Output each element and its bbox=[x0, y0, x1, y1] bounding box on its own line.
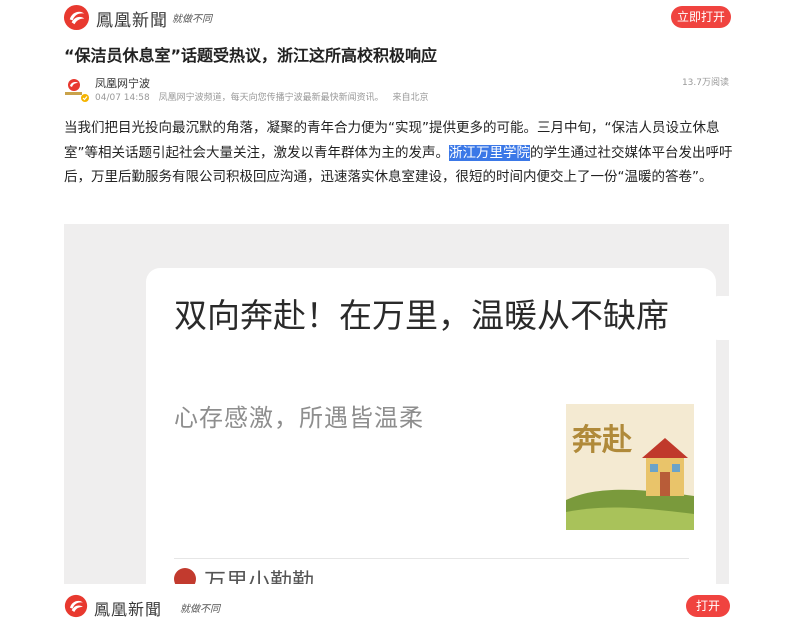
card-title: 双向奔赴！在万里，温暖从不缺席 bbox=[174, 296, 669, 335]
footer-logo-text: 鳳凰新聞 bbox=[94, 600, 163, 619]
card-side-tab bbox=[712, 296, 729, 340]
ifeng-logo-icon bbox=[64, 594, 88, 618]
author-meta: 04/07 14:58 凤凰网宁波频道，每天向您传播宁波最新最快新闻资讯。 来自… bbox=[95, 90, 435, 103]
card-account-name: 万里小勤勤 bbox=[204, 570, 315, 584]
footer-logo-slogan: 就做不同 bbox=[180, 604, 220, 615]
view-count: 13.7万阅读 bbox=[681, 78, 729, 88]
publish-date: 04/07 14:58 bbox=[95, 93, 150, 103]
logo-slogan: 就做不同 bbox=[172, 14, 212, 25]
author-description: 凤凰网宁波频道，每天向您传播宁波最新最快新闻资讯。 bbox=[158, 93, 384, 103]
top-bar: 鳳凰新聞 就做不同 立即打开 bbox=[0, 0, 799, 34]
author-avatar[interactable] bbox=[64, 76, 90, 102]
card-subtitle: 心存感激，所遇皆温柔 bbox=[174, 404, 424, 432]
card-divider bbox=[174, 558, 689, 559]
highlighted-text[interactable]: 浙江万里学院 bbox=[449, 144, 530, 161]
article-source: 来自北京 bbox=[392, 93, 429, 103]
bottom-bar: 鳳凰新聞 就做不同 打开 bbox=[0, 584, 799, 628]
article-image: 双向奔赴！在万里，温暖从不缺席 心存感激，所遇皆温柔 奔赴 万里小勤勤 bbox=[64, 224, 729, 584]
article-body: 当我们把目光投向最沉默的角落，凝聚的青年合力便为“实现”提供更多的可能。三月中旬… bbox=[64, 116, 740, 190]
footer-open-button[interactable]: 打开 bbox=[686, 595, 730, 617]
card-thumbnail-text: 奔赴 bbox=[572, 423, 633, 458]
account-icon bbox=[174, 568, 196, 584]
embedded-card: 双向奔赴！在万里，温暖从不缺席 心存感激，所遇皆温柔 奔赴 万里小勤勤 bbox=[146, 268, 716, 584]
open-app-button[interactable]: 立即打开 bbox=[671, 6, 731, 28]
card-thumbnail: 奔赴 bbox=[566, 404, 694, 530]
article-title: “保洁员休息室”话题受热议，浙江这所高校积极响应 bbox=[64, 46, 438, 65]
author-name[interactable]: 凤凰网宁波 bbox=[95, 75, 150, 91]
logo-text: 鳳凰新聞 bbox=[96, 11, 168, 31]
ifeng-logo-icon bbox=[63, 4, 90, 31]
